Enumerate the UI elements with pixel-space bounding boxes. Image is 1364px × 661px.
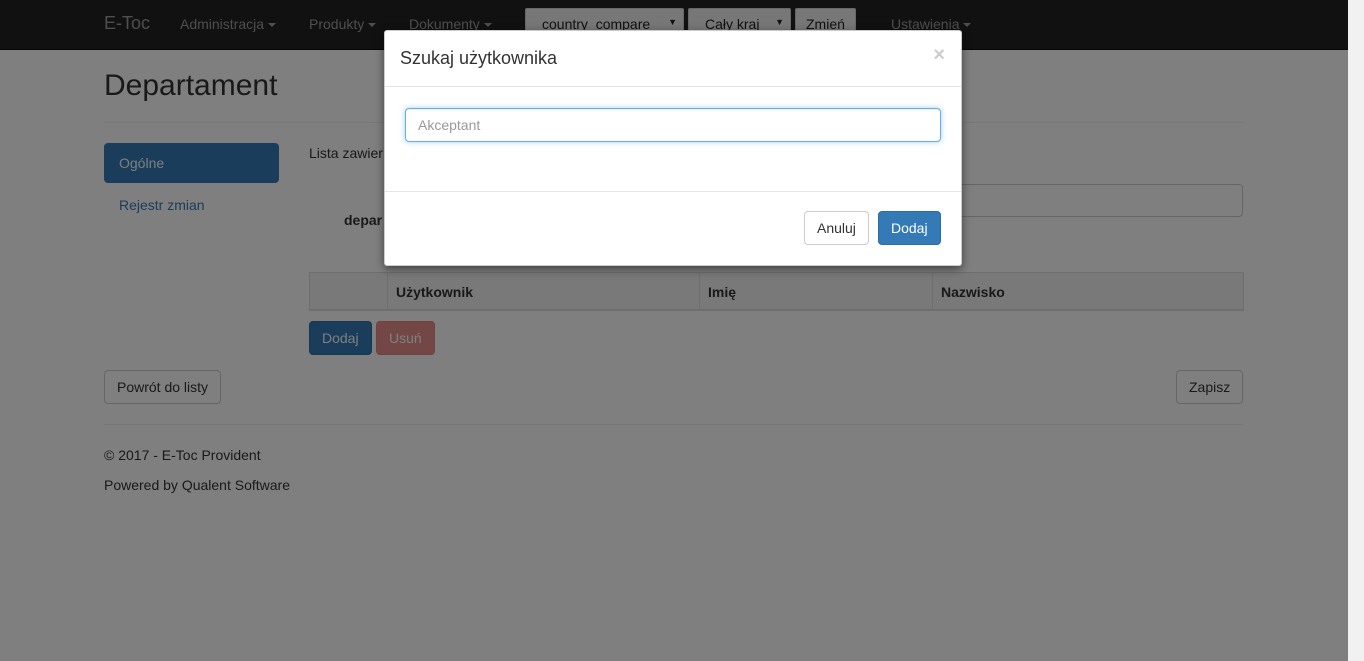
user-search-input[interactable]	[405, 108, 941, 142]
page-scrollbar[interactable]	[1348, 0, 1364, 661]
modal-header: Szukaj użytkownika ×	[385, 31, 961, 87]
close-icon[interactable]: ×	[933, 45, 945, 65]
search-user-modal: Szukaj użytkownika × Anuluj Dodaj	[384, 30, 962, 266]
cancel-button[interactable]: Anuluj	[804, 211, 869, 245]
modal-footer: Anuluj Dodaj	[385, 191, 961, 266]
modal-title: Szukaj użytkownika	[400, 48, 558, 68]
modal-add-button[interactable]: Dodaj	[878, 211, 941, 245]
